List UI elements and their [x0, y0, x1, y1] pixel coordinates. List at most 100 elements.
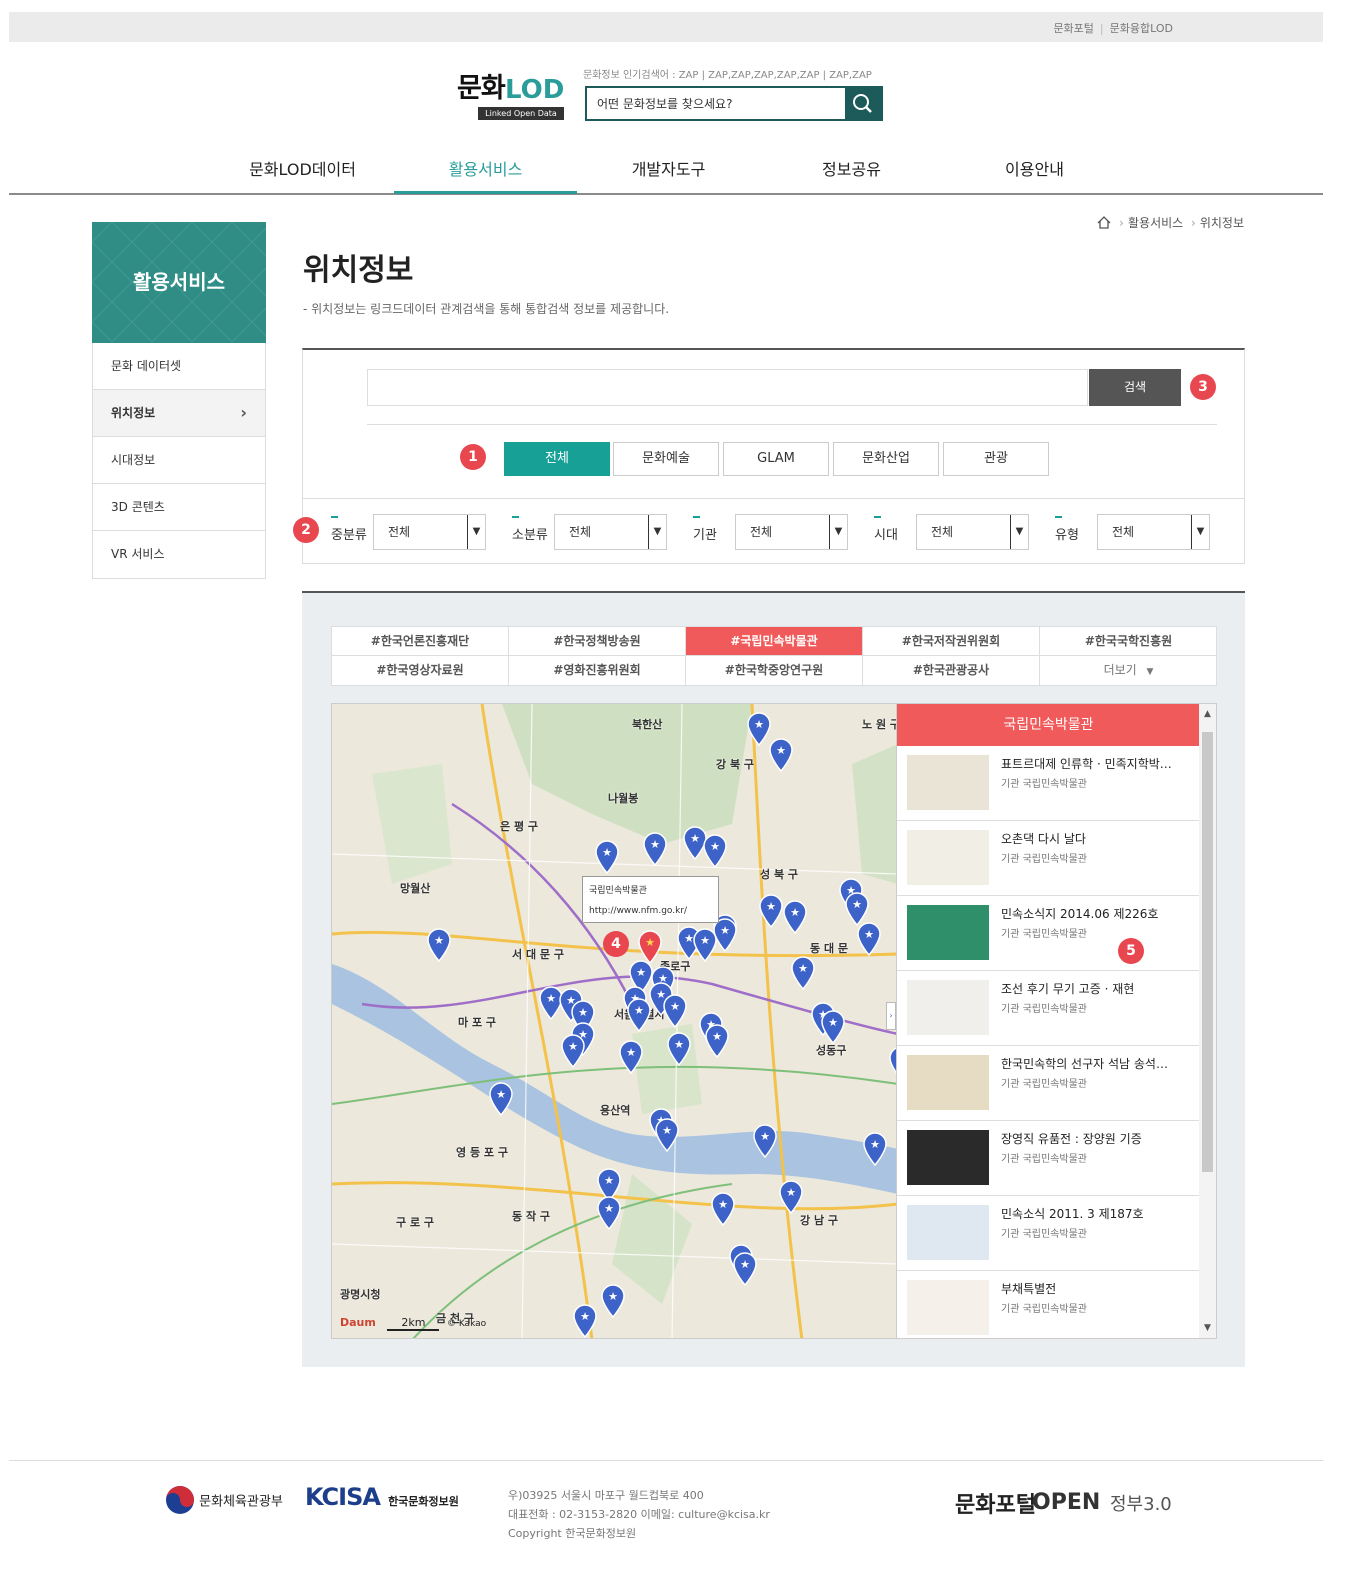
- map-marker-selected-icon[interactable]: ★: [637, 930, 663, 965]
- map-marker-icon[interactable]: ★: [856, 922, 882, 957]
- map-marker-icon[interactable]: ★: [600, 1284, 626, 1319]
- map-marker-icon[interactable]: ★: [704, 1024, 730, 1059]
- result-list-item[interactable]: 민속소식지 2014.06 제226호 기관 국립민속박물관: [897, 896, 1200, 971]
- footer-ministry-logo[interactable]: 문화체육관광부: [165, 1485, 283, 1515]
- map-marker-icon[interactable]: ★: [888, 1046, 896, 1080]
- map-marker-icon[interactable]: ★: [642, 832, 668, 867]
- category-culture-industry[interactable]: 문화산업: [833, 442, 939, 476]
- map-marker-icon[interactable]: ★: [654, 1118, 680, 1153]
- nav-guide[interactable]: 이용안내: [943, 156, 1126, 180]
- tag-ktv[interactable]: #한국정책방송원: [509, 627, 686, 656]
- map-marker-icon[interactable]: ★: [488, 1082, 514, 1117]
- svg-text:★: ★: [864, 928, 874, 941]
- map-toggle-handle[interactable]: ›: [886, 1002, 896, 1030]
- map-marker-icon[interactable]: ★: [626, 998, 652, 1033]
- map-marker-icon[interactable]: ★: [594, 840, 620, 875]
- nav-lod-data[interactable]: 문화LOD데이터: [211, 156, 394, 180]
- map-marker-icon[interactable]: ★: [732, 1252, 758, 1287]
- map-marker-icon[interactable]: ★: [782, 900, 808, 935]
- tag-kofic[interactable]: #영화진흥위원회: [509, 656, 686, 685]
- map-marker-icon[interactable]: ★: [790, 956, 816, 991]
- map-marker-icon[interactable]: ★: [596, 1196, 622, 1231]
- map-view[interactable]: 북한산강 북 구은 평 구성 북 구서 대 문 구종로구동 대 문서울특별시마 …: [331, 703, 897, 1339]
- map-marker-icon[interactable]: ★: [662, 994, 688, 1029]
- tag-kto[interactable]: #한국관광공사: [863, 656, 1040, 685]
- tag-folk-museum[interactable]: #국립민속박물관: [686, 627, 863, 656]
- global-search-input[interactable]: [587, 88, 845, 119]
- map-marker-icon[interactable]: ★: [426, 928, 452, 963]
- keyword-input[interactable]: [367, 369, 1088, 406]
- map-marker-icon[interactable]: ★: [702, 834, 728, 869]
- result-list-item[interactable]: 장영직 유품전 : 장양원 기증 기관 국립민속박물관: [897, 1121, 1200, 1196]
- search-button[interactable]: 검색: [1089, 369, 1181, 406]
- map-marker-icon[interactable]: ★: [862, 1132, 888, 1167]
- select-mid-category[interactable]: 전체 ▼: [373, 514, 486, 550]
- side-item-datasets[interactable]: 문화 데이터셋: [93, 343, 265, 390]
- map-marker-icon[interactable]: ★: [752, 1124, 778, 1159]
- svg-text:★: ★: [790, 906, 800, 919]
- result-list-item[interactable]: 민속소식 2011. 3 제187호 기관 국립민속박물관: [897, 1196, 1200, 1271]
- map-marker-icon[interactable]: ★: [820, 1010, 846, 1045]
- map-marker-icon[interactable]: ★: [758, 894, 784, 929]
- scrollbar-thumb[interactable]: [1202, 732, 1213, 1172]
- result-list-item[interactable]: 조선 후기 무기 고증 · 재현 기관 국립민속박물관: [897, 971, 1200, 1046]
- nav-services[interactable]: 활용서비스: [394, 156, 577, 180]
- footer-kcisa-logo[interactable]: KCISA 한국문화정보원: [305, 1483, 459, 1511]
- link-culture-portal[interactable]: 문화포털: [1053, 22, 1093, 35]
- result-list-item[interactable]: 부채특별전 기관 국립민속박물관: [897, 1271, 1200, 1338]
- home-icon[interactable]: [1097, 216, 1111, 229]
- side-item-era[interactable]: 시대정보: [93, 437, 265, 484]
- annotation-badge-1: 1: [460, 444, 486, 470]
- map-marker-icon[interactable]: ★: [844, 892, 870, 927]
- side-item-location[interactable]: 위치정보 ›: [93, 390, 265, 437]
- tag-press-foundation[interactable]: #한국언론진흥재단: [332, 627, 509, 656]
- map-marker-icon[interactable]: ★: [710, 1192, 736, 1227]
- popular-keywords[interactable]: 문화정보 인기검색어 : ZAP | ZAP,ZAP,ZAP,ZAP,ZAP |…: [583, 66, 879, 81]
- link-culture-lod[interactable]: 문화융합LOD: [1110, 22, 1173, 35]
- breadcrumb-services[interactable]: 활용서비스: [1128, 216, 1183, 230]
- svg-text:★: ★: [650, 838, 660, 851]
- footer-portal-logo[interactable]: 문화포털: [955, 1487, 1036, 1519]
- tag-copyright[interactable]: #한국저작권위원회: [863, 627, 1040, 656]
- scroll-up-icon[interactable]: ▲: [1199, 704, 1216, 724]
- category-tourism[interactable]: 관광: [943, 442, 1049, 476]
- result-list-item[interactable]: 한국민속학의 선구자 석남 송석… 기관 국립민속박물관: [897, 1046, 1200, 1121]
- tag-koreanstudies[interactable]: #한국국학진흥원: [1040, 627, 1217, 656]
- map-marker-icon[interactable]: ★: [692, 928, 718, 963]
- result-list-item[interactable]: 표트르대제 인류학 · 민족지학박… 기관 국립민속박물관: [897, 746, 1200, 821]
- footer-open-logo[interactable]: OPEN: [1032, 1490, 1100, 1515]
- breadcrumb: › 활용서비스 › 위치정보: [1097, 214, 1244, 231]
- scrollbar[interactable]: ▲ ▼: [1199, 704, 1216, 1338]
- map-marker-icon[interactable]: ★: [666, 1032, 692, 1067]
- svg-text:★: ★: [852, 898, 862, 911]
- category-all[interactable]: 전체: [504, 442, 610, 476]
- more-button[interactable]: 더보기 ▼: [1040, 656, 1217, 685]
- select-era[interactable]: 전체 ▼: [916, 514, 1029, 550]
- map-marker-icon[interactable]: ★: [560, 1034, 586, 1069]
- map-place-label: 나월봉: [608, 792, 639, 805]
- category-culture-art[interactable]: 문화예술: [613, 442, 719, 476]
- map-marker-icon[interactable]: ★: [618, 1040, 644, 1075]
- popup-url[interactable]: http://www.nfm.go.kr/: [589, 901, 712, 921]
- result-list-item[interactable]: 오촌댁 다시 날다 기관 국립민속박물관: [897, 821, 1200, 896]
- select-type[interactable]: 전체 ▼: [1097, 514, 1210, 550]
- category-glam[interactable]: GLAM: [723, 442, 829, 476]
- tag-kofa[interactable]: #한국영상자료원: [332, 656, 509, 685]
- side-item-vr[interactable]: VR 서비스: [93, 531, 265, 578]
- side-item-3d[interactable]: 3D 콘텐츠: [93, 484, 265, 531]
- nav-dev-tools[interactable]: 개발자도구: [577, 156, 760, 180]
- side-menu: 문화 데이터셋 위치정보 › 시대정보 3D 콘텐츠 VR 서비스: [92, 343, 266, 579]
- divider: [303, 498, 1244, 499]
- breadcrumb-location[interactable]: 위치정보: [1200, 216, 1244, 230]
- tag-aks[interactable]: #한국학중앙연구원: [686, 656, 863, 685]
- map-marker-icon[interactable]: ★: [572, 1304, 598, 1338]
- select-organization[interactable]: 전체 ▼: [735, 514, 848, 550]
- global-search-button[interactable]: [845, 88, 881, 119]
- map-marker-icon[interactable]: ★: [768, 738, 794, 773]
- scroll-down-icon[interactable]: ▼: [1199, 1318, 1216, 1338]
- site-logo[interactable]: 문화 LOD Linked Open Data: [457, 74, 567, 122]
- select-sub-category[interactable]: 전체 ▼: [554, 514, 667, 550]
- nav-info-share[interactable]: 정보공유: [760, 156, 943, 180]
- map-marker-icon[interactable]: ★: [778, 1180, 804, 1215]
- footer-gov30-logo[interactable]: 정부3.0: [1110, 1490, 1172, 1516]
